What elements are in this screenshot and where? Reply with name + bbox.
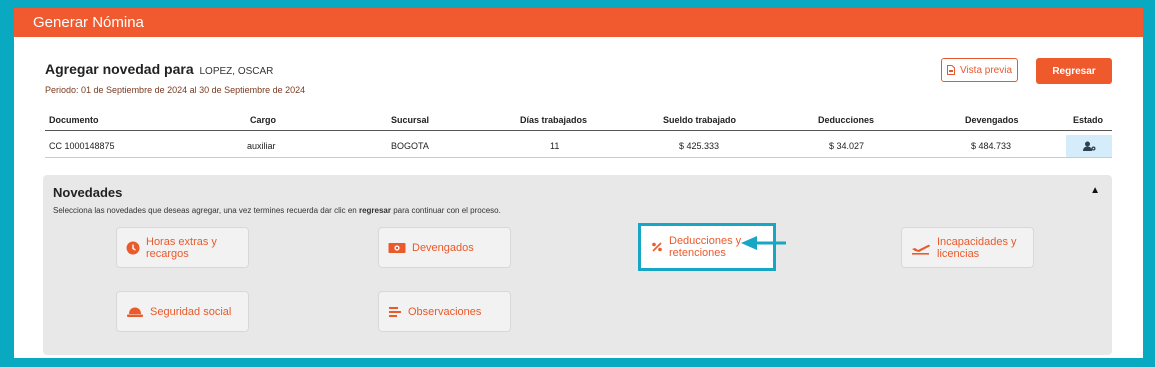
clock-icon <box>126 241 140 254</box>
card-observaciones[interactable]: Observaciones <box>378 291 511 332</box>
card-label: Incapacidades y licencias <box>937 235 1017 260</box>
back-button[interactable]: Regresar <box>1036 58 1112 84</box>
novelty-heading-text: Agregar novedad para <box>45 61 194 77</box>
card-horas-extras[interactable]: Horas extras y recargos <box>116 227 249 268</box>
cell-cargo: auxiliar <box>247 141 276 151</box>
col-devengados: Devengados <box>965 115 1019 125</box>
cell-deducciones: $ 34.027 <box>829 141 865 151</box>
window-title: Generar Nómina <box>14 8 1143 37</box>
hardhat-icon <box>127 307 143 317</box>
card-incapacidades[interactable]: Incapacidades y licencias <box>901 227 1034 268</box>
col-estado: Estado <box>1073 115 1104 125</box>
cell-documento: CC 1000148875 <box>49 141 115 151</box>
col-sueldo: Sueldo trabajado <box>663 115 737 125</box>
employee-name: LOPEZ, OSCAR <box>199 66 274 77</box>
cell-dias: 11 <box>550 141 560 151</box>
cell-sueldo: $ 425.333 <box>679 141 720 151</box>
notes-icon <box>389 306 401 317</box>
money-icon <box>388 242 406 253</box>
col-cargo: Cargo <box>250 115 277 125</box>
payroll-window: Generar Nómina Agregar novedad para LOPE… <box>14 8 1143 358</box>
novelty-heading: Agregar novedad para LOPEZ, OSCAR <box>45 61 273 77</box>
card-label: Horas extras y recargos <box>146 235 217 260</box>
novedades-description: Selecciona las novedades que deseas agre… <box>53 206 501 215</box>
cell-devengados: $ 484.733 <box>971 141 1012 151</box>
estado-button[interactable] <box>1066 135 1112 157</box>
novedades-title: Novedades <box>53 185 123 200</box>
card-devengados[interactable]: Devengados <box>378 227 511 268</box>
col-deducciones: Deducciones <box>818 115 875 125</box>
preview-button-label: Vista previa <box>959 64 1013 76</box>
preview-button[interactable]: Vista previa <box>941 58 1018 82</box>
table-row: CC 1000148875 auxiliar BOGOTA 11 $ 425.3… <box>45 135 1112 158</box>
period-text: Periodo: 01 de Septiembre de 2024 al 30 … <box>45 85 306 95</box>
percent-icon <box>652 242 662 252</box>
desc-bold: regresar <box>358 206 391 215</box>
cell-sucursal: BOGOTA <box>391 141 429 151</box>
pointer-arrow-icon <box>741 236 786 250</box>
card-label: Devengados <box>412 241 474 254</box>
col-sucursal: Sucursal <box>391 115 430 125</box>
card-label: Seguridad social <box>150 305 232 318</box>
desc-text-2: para continuar con el proceso. <box>391 206 501 215</box>
plane-icon <box>912 244 930 255</box>
desc-text-1: Selecciona las novedades que deseas agre… <box>53 206 359 215</box>
col-dias: Días trabajados <box>520 115 588 125</box>
table-header: Documento Cargo Sucursal Días trabajados… <box>45 110 1112 131</box>
user-settings-icon <box>1082 141 1095 151</box>
novedades-panel: Novedades ▲ Selecciona las novedades que… <box>43 175 1112 355</box>
col-documento: Documento <box>49 115 99 125</box>
pdf-icon <box>946 65 955 75</box>
card-seguridad-social[interactable]: Seguridad social <box>116 291 249 332</box>
card-label: Observaciones <box>408 305 482 318</box>
collapse-toggle-icon[interactable]: ▲ <box>1090 185 1100 196</box>
